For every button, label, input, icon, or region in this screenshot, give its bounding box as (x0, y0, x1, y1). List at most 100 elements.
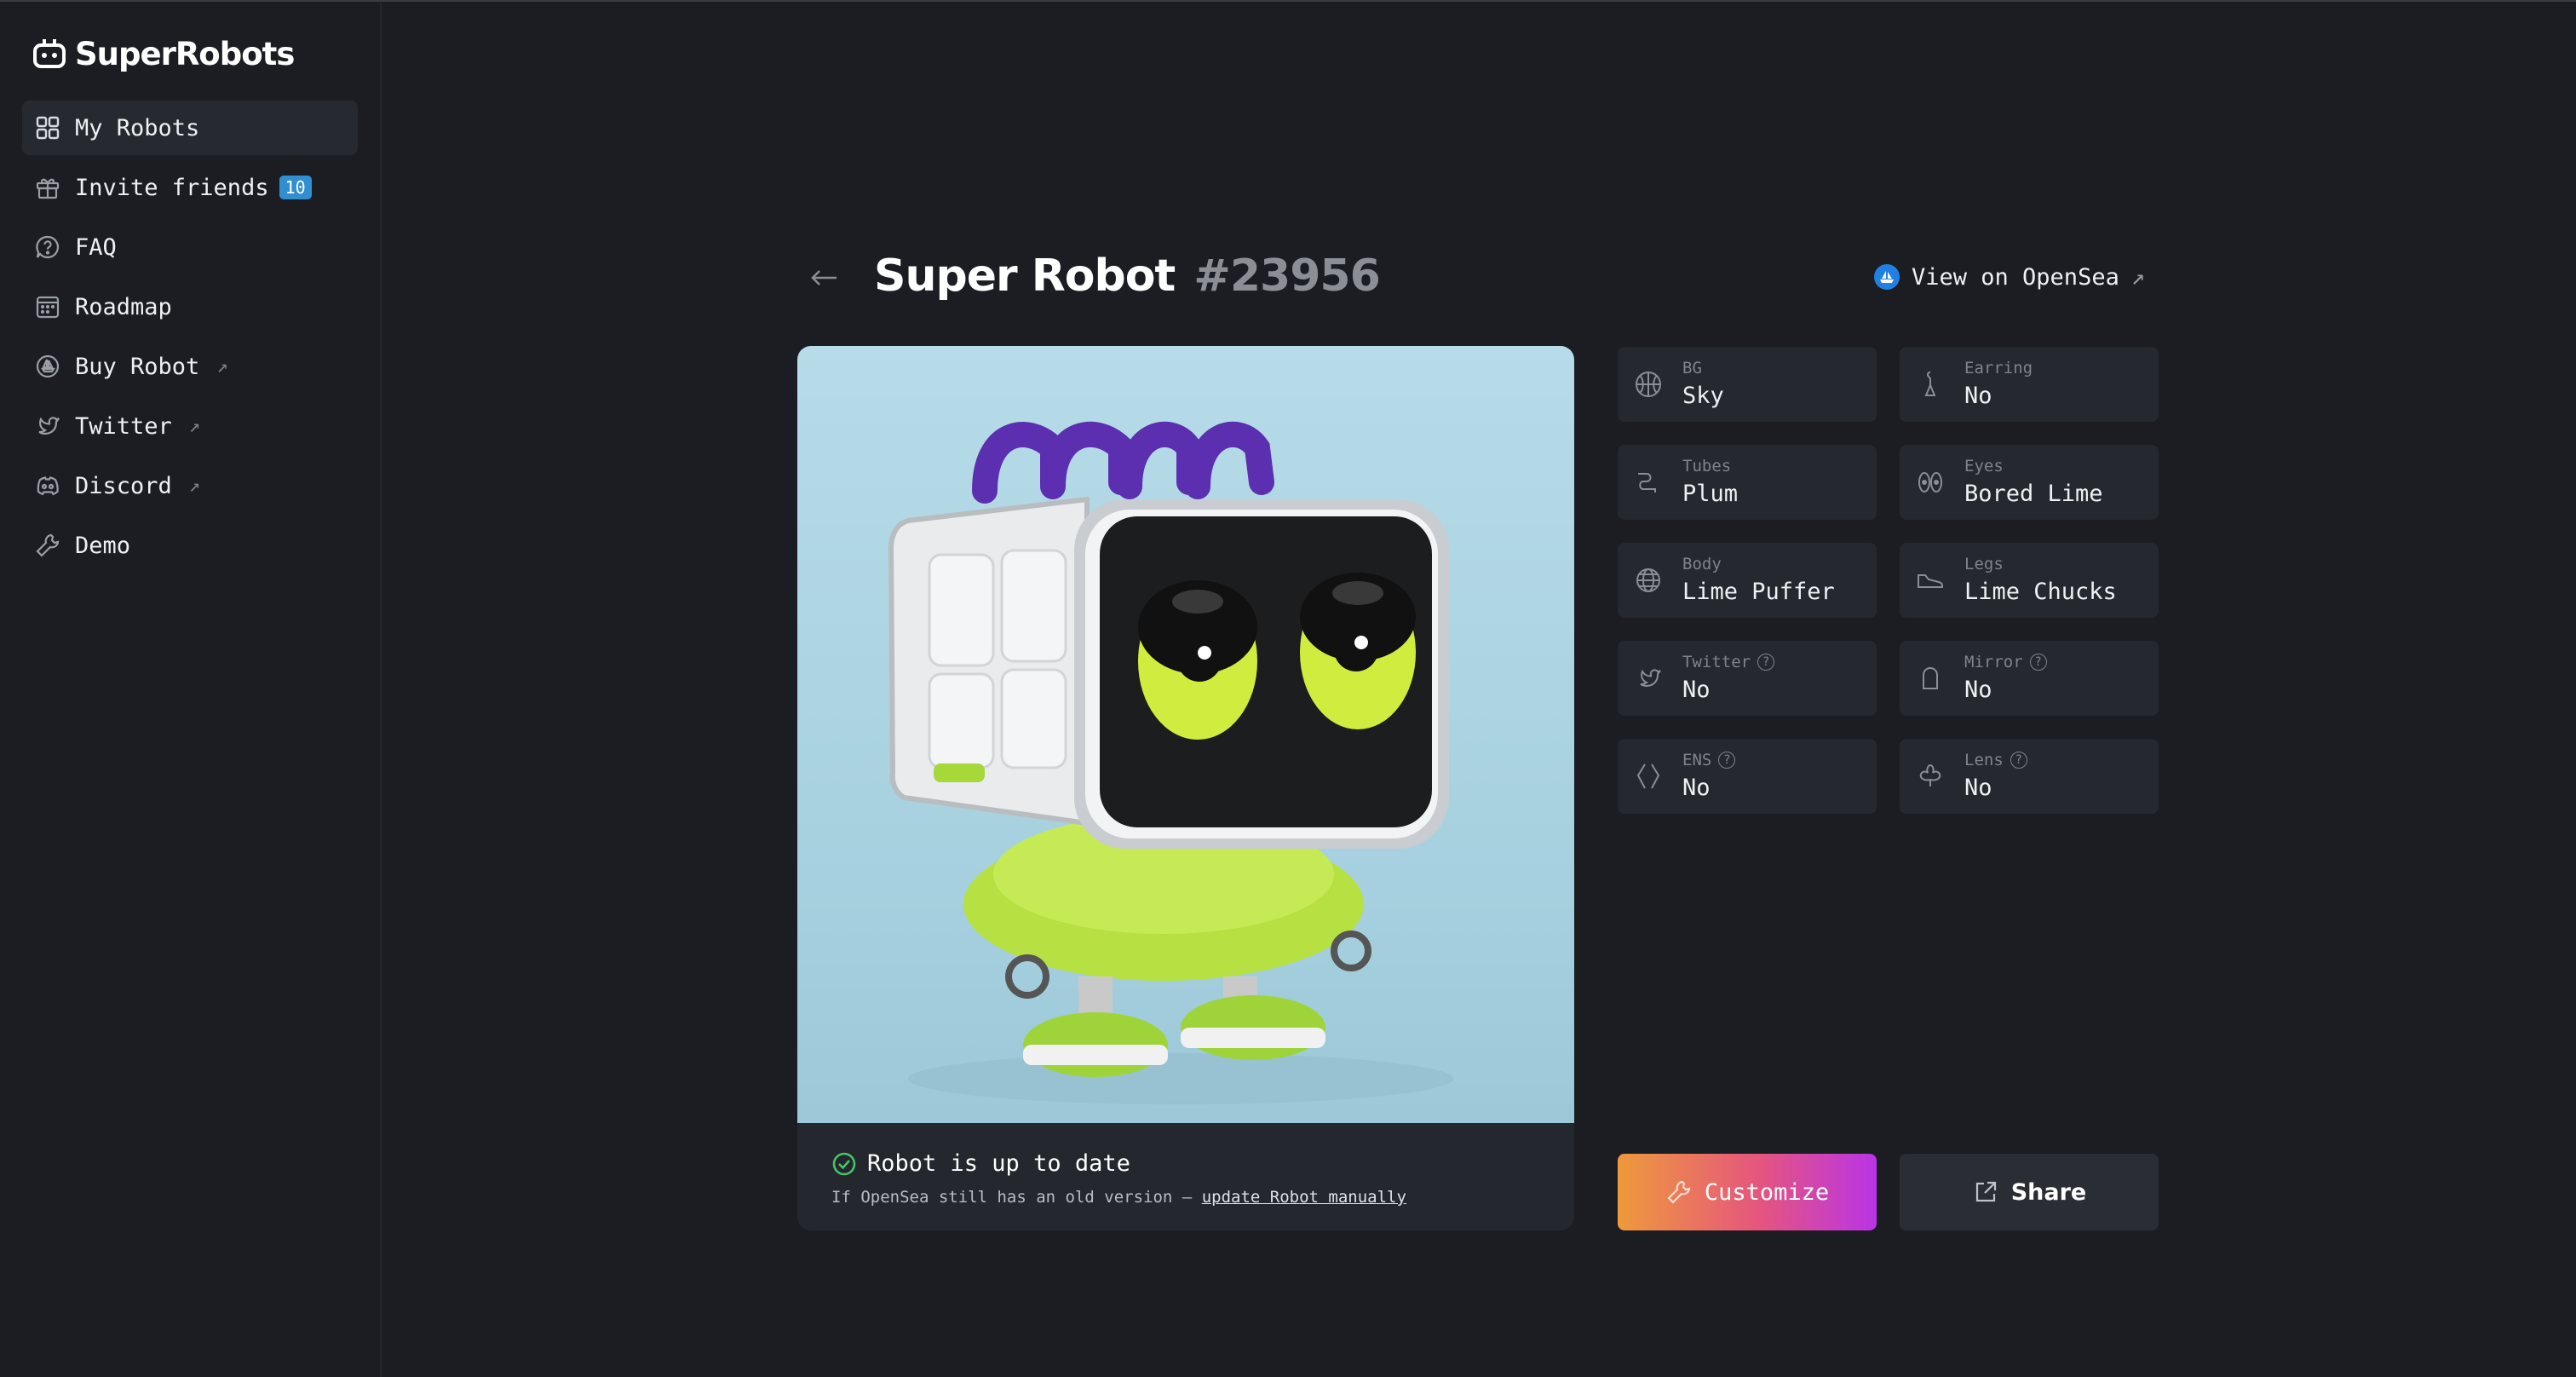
opensea-logo-icon (1874, 264, 1900, 290)
basketball-icon (1636, 372, 1661, 397)
question-circle-icon (36, 235, 60, 259)
trait-label: Earring (1964, 359, 2033, 377)
update-robot-manually-link[interactable]: update Robot manually (1202, 1188, 1406, 1207)
trait-earring: Earring No (1900, 347, 2159, 422)
page-title: Super Robot #23956 (874, 242, 1381, 310)
grid-icon (36, 116, 60, 140)
sidebar-item-label: Twitter (75, 412, 172, 440)
sidebar-item-demo[interactable]: Demo (22, 518, 358, 573)
trait-label: Lens? (1964, 751, 2027, 769)
customize-button[interactable]: Customize (1618, 1154, 1877, 1230)
invite-count-badge: 10 (279, 176, 312, 199)
sneaker-icon (1918, 574, 1943, 588)
share-button[interactable]: Share (1900, 1154, 2159, 1230)
trait-ens: ENS? No (1618, 739, 1877, 814)
opensea-link-label: View on OpenSea (1912, 263, 2119, 291)
trait-value: No (1964, 383, 1992, 409)
status-title: Robot is up to date (867, 1150, 1130, 1177)
robot-logo-icon (33, 39, 66, 68)
external-link-icon: ↗ (188, 475, 201, 497)
sidebar-item-twitter[interactable]: Twitter ↗ (22, 399, 358, 453)
arrow-left-icon (811, 270, 837, 285)
robot-number: #23956 (1193, 251, 1380, 302)
mirror-icon (1923, 667, 1938, 689)
trait-value: Sky (1682, 383, 1724, 409)
sidebar-item-invite-friends[interactable]: Invite friends 10 (22, 160, 358, 215)
calendar-icon (36, 296, 60, 319)
trait-label: Body (1682, 555, 1722, 573)
brand-name: SuperRobots (75, 35, 295, 72)
twitter-bird-icon (1640, 669, 1661, 687)
opensea-boat-icon (36, 354, 60, 378)
trait-label-text: Mirror (1964, 653, 2023, 671)
trait-eyes: Eyes Bored Lime (1900, 445, 2159, 520)
sidebar-nav: My Robots Invite friends 10 FAQ Roadmap (22, 101, 358, 578)
trait-label: Tubes (1682, 457, 1732, 475)
eyes-icon (1918, 472, 1942, 493)
trait-value: No (1964, 677, 1992, 703)
trait-value: No (1964, 775, 1992, 801)
sidebar-item-label: Demo (75, 532, 131, 559)
robot-name: Super Robot (874, 251, 1176, 302)
lens-plant-icon (1919, 763, 1941, 786)
trait-bg: BG Sky (1618, 347, 1877, 422)
customize-label: Customize (1704, 1178, 1830, 1206)
ens-icon (1636, 763, 1660, 789)
sidebar-item-label: Invite friends (75, 174, 269, 201)
share-label: Share (2010, 1178, 2087, 1206)
trait-value: Lime Puffer (1682, 579, 1835, 605)
trait-label: Twitter? (1682, 653, 1775, 671)
gift-icon (36, 178, 60, 199)
view-on-opensea-link[interactable]: View on OpenSea ↗ (1874, 259, 2145, 295)
sidebar-item-label: FAQ (75, 233, 117, 261)
sidebar-item-discord[interactable]: Discord ↗ (22, 458, 358, 513)
brand-logo[interactable]: SuperRobots (32, 32, 295, 75)
sidebar-item-roadmap[interactable]: Roadmap (22, 279, 358, 334)
sidebar-item-label: Roadmap (75, 293, 172, 320)
help-icon[interactable]: ? (1718, 752, 1736, 769)
help-icon[interactable]: ? (1757, 654, 1775, 671)
trait-label: ENS? (1682, 751, 1736, 769)
sidebar-item-label: My Robots (75, 114, 200, 141)
trait-label-text: ENS (1682, 751, 1712, 769)
sidebar-item-buy-robot[interactable]: Buy Robot ↗ (22, 339, 358, 394)
trait-label: Legs (1964, 555, 2004, 573)
trait-value: No (1682, 775, 1711, 801)
sidebar: SuperRobots My Robots Invite friends 10 … (0, 2, 382, 1377)
discord-icon (37, 476, 59, 496)
help-icon[interactable]: ? (2029, 654, 2047, 671)
wrench-icon (1667, 1180, 1691, 1204)
help-icon[interactable]: ? (2010, 752, 2027, 769)
trait-mirror: Mirror? No (1900, 641, 2159, 716)
trait-value: No (1682, 677, 1711, 703)
back-button[interactable] (804, 257, 845, 298)
robot-image (797, 346, 1574, 1123)
trait-label: Eyes (1964, 457, 2004, 475)
share-icon (1975, 1181, 1996, 1202)
external-link-icon: ↗ (216, 355, 228, 377)
globe-body-icon (1636, 568, 1660, 592)
trait-tubes: Tubes Plum (1618, 445, 1877, 520)
twitter-bird-icon (38, 417, 60, 435)
status-subtitle-text: If OpenSea still has an old version — (831, 1188, 1202, 1207)
sidebar-item-my-robots[interactable]: My Robots (22, 101, 358, 155)
window-top-border (0, 0, 2576, 2)
sidebar-item-faq[interactable]: FAQ (22, 220, 358, 274)
trait-value: Bored Lime (1964, 481, 2103, 507)
status-subtitle: If OpenSea still has an old version — up… (831, 1188, 1406, 1207)
trait-value: Plum (1682, 481, 1739, 507)
trait-twitter: Twitter? No (1618, 641, 1877, 716)
external-link-icon: ↗ (188, 415, 201, 437)
tube-icon (1638, 473, 1656, 493)
sidebar-item-label: Discord (75, 472, 172, 499)
trait-label-text: Lens (1964, 751, 2004, 769)
trait-legs: Legs Lime Chucks (1900, 543, 2159, 618)
external-link-icon: ↗ (2130, 263, 2146, 291)
earring-icon (1924, 372, 1936, 396)
trait-label-text: Twitter (1682, 653, 1751, 671)
trait-label: BG (1682, 359, 1702, 377)
trait-label: Mirror? (1964, 653, 2047, 671)
robot-card: Robot is up to date If OpenSea still has… (797, 346, 1574, 1230)
trait-body: Body Lime Puffer (1618, 543, 1877, 618)
trait-value: Lime Chucks (1964, 579, 2117, 605)
